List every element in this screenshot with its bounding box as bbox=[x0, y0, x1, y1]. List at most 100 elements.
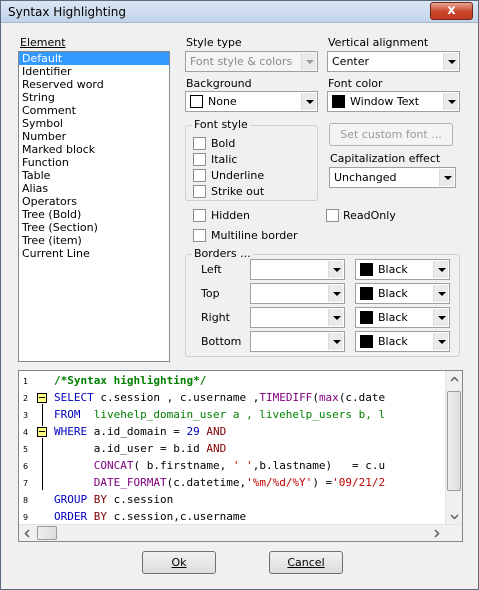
chevron-down-icon bbox=[433, 333, 448, 350]
line-number: 7 bbox=[23, 479, 29, 488]
list-item[interactable]: Tree (Section) bbox=[19, 221, 169, 234]
keyword-token: GROUP bbox=[54, 493, 88, 506]
border-left-swatch bbox=[360, 263, 373, 276]
cancel-button[interactable]: Cancel bbox=[269, 551, 343, 574]
list-item[interactable]: Table bbox=[19, 169, 169, 182]
ok-button[interactable]: Ok bbox=[142, 551, 216, 574]
font-style-label: Font style bbox=[192, 118, 250, 131]
fold-collapse-icon[interactable] bbox=[37, 427, 47, 437]
keyword-token: ORDER bbox=[54, 510, 88, 523]
code-line: CONCAT( b.firstname, ' ',b.lastname) = c… bbox=[54, 457, 385, 474]
vertical-alignment-value: Center bbox=[332, 55, 370, 68]
strike-out-checkbox[interactable] bbox=[193, 185, 206, 198]
list-item[interactable]: Comment bbox=[19, 104, 169, 117]
border-bottom-color-select[interactable]: Black bbox=[355, 331, 450, 352]
element-label: Element bbox=[20, 36, 66, 49]
scroll-left-icon[interactable] bbox=[20, 526, 35, 541]
fold-collapse-icon[interactable] bbox=[37, 393, 47, 403]
capitalization-label: Capitalization effect bbox=[330, 152, 441, 165]
text-token: (c.datetime, bbox=[166, 476, 247, 489]
list-item[interactable]: String bbox=[19, 91, 169, 104]
bold-checkbox[interactable] bbox=[193, 137, 206, 150]
list-item[interactable]: Tree (item) bbox=[19, 234, 169, 247]
underline-label: Underline bbox=[211, 169, 265, 182]
background-value: None bbox=[208, 95, 237, 108]
list-item[interactable]: Default bbox=[19, 52, 169, 65]
ok-button-label: Ok bbox=[171, 556, 187, 569]
border-top-label: Top bbox=[201, 287, 220, 300]
font-color-label: Font color bbox=[328, 77, 383, 90]
style-type-value: Font style & colors bbox=[190, 55, 293, 68]
code-line: ORDER BY c.session,c.username bbox=[54, 508, 246, 525]
horizontal-scrollbar[interactable] bbox=[19, 524, 462, 541]
preview-editor[interactable]: 1 2 3 4 5 6 7 8 9 /*Syntax highlighting*… bbox=[18, 370, 463, 542]
scroll-down-icon[interactable] bbox=[447, 509, 462, 524]
vertical-scrollbar[interactable] bbox=[445, 371, 462, 525]
list-item[interactable]: Function bbox=[19, 156, 169, 169]
vertical-alignment-select[interactable]: Center bbox=[327, 51, 460, 72]
underline-checkbox[interactable] bbox=[193, 169, 206, 182]
number-token: 29 bbox=[186, 425, 200, 438]
text-token: ( b.firstname, bbox=[133, 459, 233, 472]
close-button[interactable]: x bbox=[430, 2, 473, 20]
list-item[interactable]: Number bbox=[19, 130, 169, 143]
border-top-color-select[interactable]: Black bbox=[355, 283, 450, 304]
style-type-label: Style type bbox=[186, 36, 242, 49]
border-right-swatch bbox=[360, 311, 373, 324]
border-bottom-label: Bottom bbox=[201, 335, 242, 348]
keyword-token: BY bbox=[87, 493, 107, 506]
keyword-token: BY bbox=[87, 510, 107, 523]
close-icon: x bbox=[447, 3, 456, 18]
chevron-down-icon bbox=[439, 169, 454, 186]
border-right-label: Right bbox=[201, 311, 230, 324]
scroll-up-icon[interactable] bbox=[447, 372, 462, 387]
border-right-style-select[interactable] bbox=[250, 307, 345, 328]
horizontal-scroll-thumb[interactable] bbox=[37, 526, 57, 540]
list-item[interactable]: Reserved word bbox=[19, 78, 169, 91]
editor-gutter: 1 2 3 4 5 6 7 8 9 bbox=[19, 371, 50, 523]
hidden-checkbox[interactable] bbox=[193, 209, 206, 222]
line-number: 4 bbox=[23, 428, 29, 437]
border-right-color-select[interactable]: Black bbox=[355, 307, 450, 328]
set-custom-font-button[interactable]: Set custom font ... bbox=[329, 123, 453, 146]
function-token: DATE_FORMAT bbox=[54, 476, 167, 489]
multiline-border-checkbox[interactable] bbox=[193, 229, 206, 242]
border-bottom-style-select[interactable] bbox=[250, 331, 345, 352]
line-number: 2 bbox=[23, 394, 29, 403]
line-number: 9 bbox=[23, 513, 29, 522]
text-token: a.id_domain = bbox=[87, 425, 187, 438]
border-bottom-color-value: Black bbox=[378, 335, 408, 348]
capitalization-select[interactable]: Unchanged bbox=[329, 167, 456, 188]
italic-checkbox[interactable] bbox=[193, 153, 206, 166]
vertical-scroll-thumb[interactable] bbox=[447, 391, 461, 491]
border-top-style-select[interactable] bbox=[250, 283, 345, 304]
style-type-select[interactable]: Font style & colors bbox=[185, 51, 318, 72]
list-item[interactable]: Operators bbox=[19, 195, 169, 208]
window-title: Syntax Highlighting bbox=[8, 5, 127, 19]
list-item[interactable]: Marked block bbox=[19, 143, 169, 156]
list-item[interactable]: Alias bbox=[19, 182, 169, 195]
italic-label: Italic bbox=[211, 153, 238, 166]
border-left-color-select[interactable]: Black bbox=[355, 259, 450, 280]
string-token: '09/21/2 bbox=[332, 476, 386, 489]
background-select[interactable]: None bbox=[185, 91, 318, 112]
chevron-down-icon bbox=[328, 285, 343, 302]
text-token: c.session , c.username , bbox=[93, 391, 260, 404]
font-color-select[interactable]: Window Text bbox=[327, 91, 460, 112]
list-item[interactable]: Symbol bbox=[19, 117, 169, 130]
table-token: livehelp_domain_user a , livehelp_users … bbox=[80, 408, 386, 421]
element-listbox[interactable]: Default Identifier Reserved word String … bbox=[18, 51, 170, 362]
scroll-right-icon[interactable] bbox=[429, 526, 444, 541]
background-label: Background bbox=[186, 77, 252, 90]
readonly-checkbox[interactable] bbox=[326, 209, 339, 222]
chevron-down-icon bbox=[301, 53, 316, 70]
chevron-down-icon bbox=[443, 93, 458, 110]
border-left-style-select[interactable] bbox=[250, 259, 345, 280]
list-item[interactable]: Current Line bbox=[19, 247, 169, 260]
list-item[interactable]: Identifier bbox=[19, 65, 169, 78]
list-item[interactable]: Tree (Bold) bbox=[19, 208, 169, 221]
hidden-label: Hidden bbox=[211, 209, 251, 222]
chevron-down-icon bbox=[328, 309, 343, 326]
string-token: '%m/%d/%Y' bbox=[246, 476, 313, 489]
keyword-token: FROM bbox=[54, 408, 81, 421]
